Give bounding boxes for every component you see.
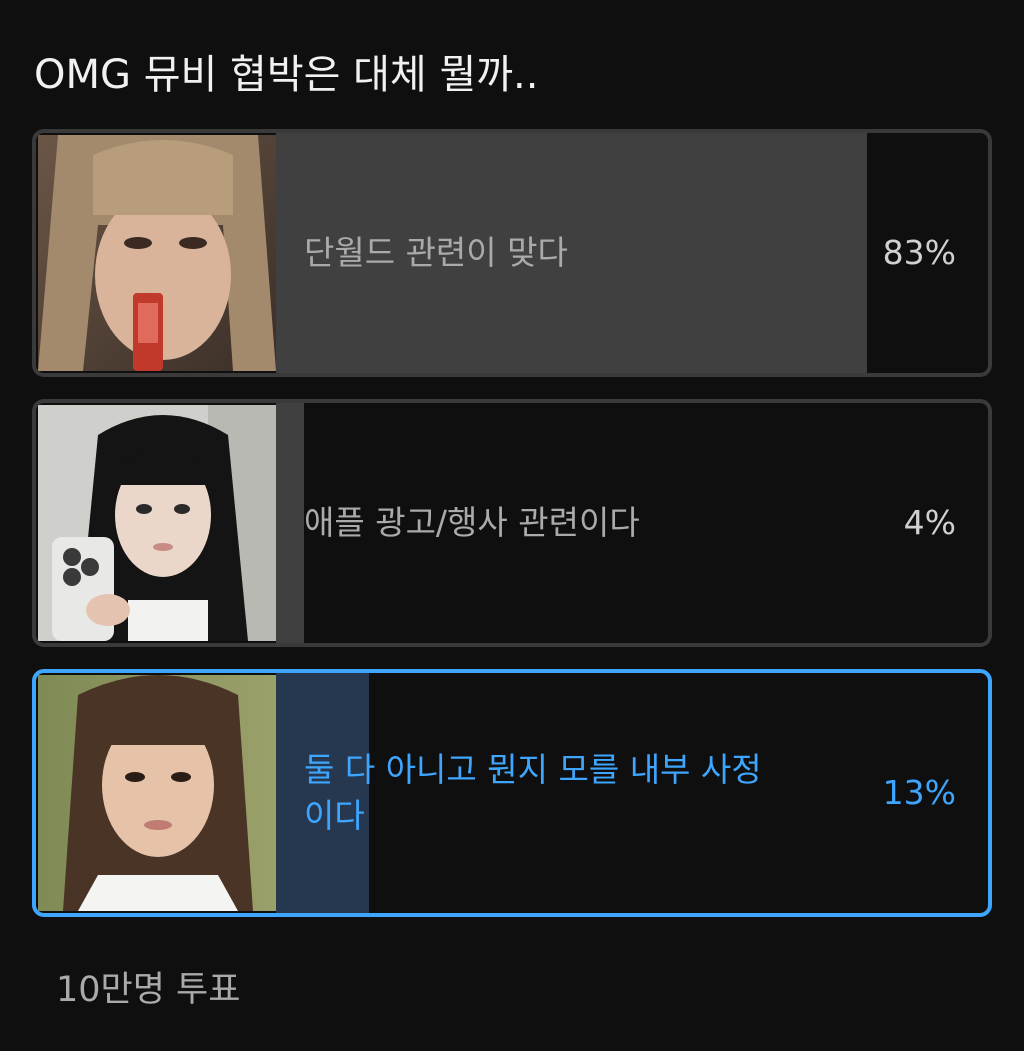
vote-count: 10만명 투표 [56, 970, 241, 1010]
option-thumbnail-image [38, 675, 276, 911]
option-thumbnail-image [38, 135, 276, 371]
option-label: 애플 광고/행사 관련이다 [304, 503, 640, 542]
option-result-bar: 단월드 관련이 맞다 83% [276, 133, 988, 373]
poll-option-2[interactable]: 애플 광고/행사 관련이다 4% [32, 399, 992, 647]
option-percent: 13% [882, 773, 956, 812]
option-thumbnail-image [38, 405, 276, 641]
option-label: 단월드 관련이 맞다 [304, 233, 568, 272]
poll-option-3[interactable]: 둘 다 아니고 뭔지 모를 내부 사정이다 13% [32, 669, 992, 917]
option-percent: 4% [903, 503, 956, 542]
option-label: 둘 다 아니고 뭔지 모를 내부 사정이다 [304, 750, 762, 835]
option-result-bar: 애플 광고/행사 관련이다 4% [276, 403, 988, 643]
poll-question: OMG 뮤비 협박은 대체 뭘까.. [34, 52, 539, 98]
poll-option-1[interactable]: 단월드 관련이 맞다 83% [32, 129, 992, 377]
option-result-bar: 둘 다 아니고 뭔지 모를 내부 사정이다 13% [276, 673, 988, 913]
percent-fill-bar [276, 403, 305, 643]
option-percent: 83% [882, 233, 956, 272]
